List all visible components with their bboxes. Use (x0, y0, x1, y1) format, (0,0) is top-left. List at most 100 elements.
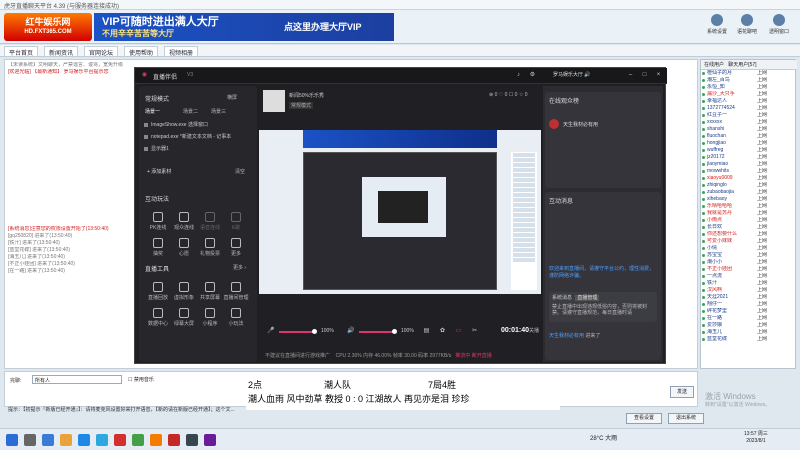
audience-link-button[interactable]: 观众连线 (171, 210, 197, 232)
user-row[interactable]: xiaoyu0009 上网 (701, 175, 797, 182)
voice-link-button[interactable]: 语音连线 (197, 210, 223, 232)
user-row[interactable]: 汉风啊 上网 (701, 287, 797, 294)
bell-icon[interactable]: ♪ (515, 72, 522, 79)
taskbar-clock[interactable]: 13:57 周三 2023/8/1 (744, 431, 768, 445)
green-screen-button[interactable]: 绿幕大屏 (171, 306, 197, 328)
user-row[interactable]: 一点流 上网 (701, 273, 797, 280)
add-source-button[interactable]: + 添加素材 (147, 168, 171, 175)
brand-logo[interactable]: 红牛娱乐网 HD.FXT365.COM (4, 13, 92, 41)
user-row[interactable]: shanshi 上网 (701, 126, 797, 133)
orientation-toggle[interactable]: 横屏 (227, 94, 237, 101)
user-row[interactable]: xihebaoy 上网 (701, 196, 797, 203)
maximize-icon[interactable]: □ (641, 72, 648, 79)
weather-widget[interactable]: 28°C 大雨 (590, 433, 617, 442)
speaker-icon[interactable]: 🔊 (347, 328, 354, 335)
user-row[interactable]: jz20172 上网 (701, 154, 797, 161)
user-row[interactable]: 海玉儿 上网 (701, 329, 797, 336)
user-row[interactable]: 不正小娃团 上网 (701, 266, 797, 273)
tools-more-link[interactable]: 更多 › (233, 264, 246, 271)
user-row[interactable]: 红豆子一 上网 (701, 112, 797, 119)
user-row[interactable]: zhiqinglo 上网 (701, 182, 797, 189)
screenshot-icon[interactable]: ✂ (471, 328, 478, 335)
source-item[interactable]: ImageShow.exe 选择窗口 (143, 120, 253, 130)
tab-help[interactable]: 使用帮助 (124, 46, 159, 57)
app-icon[interactable] (150, 434, 162, 446)
chat-bar-button[interactable]: 语花聊吧 (734, 13, 760, 39)
user-row[interactable]: 天涯2021 上网 (701, 294, 797, 301)
mini-program-button[interactable]: 小程序 (197, 306, 223, 328)
avatar-button[interactable]: 虚拟形象 (171, 280, 197, 302)
gift-vote-button[interactable]: 礼物投票 (197, 236, 223, 258)
user-row[interactable]: wuffreg 上网 (701, 147, 797, 154)
speaker-volume-slider[interactable] (392, 329, 397, 334)
user-row[interactable]: 橙仙子的月 上网 (701, 70, 797, 77)
transparent-window-button[interactable]: 透明窗口 (766, 13, 792, 39)
audience-row[interactable]: 天生我材必有用 (549, 118, 657, 132)
tab-forum[interactable]: 官网论坛 (84, 46, 119, 57)
account-name[interactable]: 罗马娱乐大厅 🔊 (553, 71, 591, 78)
end-live-button[interactable]: 关播 (529, 327, 539, 334)
tab-online-users[interactable]: 在线用户 (704, 62, 724, 68)
user-row[interactable]: mowwhits 上网 (701, 168, 797, 175)
more-interact-button[interactable]: 更多 (223, 236, 249, 258)
search-icon[interactable] (24, 434, 36, 446)
wish-button[interactable]: 心愿 (171, 236, 197, 258)
user-row[interactable]: zubaobaojia 上网 (701, 189, 797, 196)
user-row[interactable]: 翔仔一 上网 (701, 301, 797, 308)
taskview-icon[interactable] (42, 434, 54, 446)
user-row[interactable]: 铁汁 上网 (701, 280, 797, 287)
replay-button[interactable]: 直播回放 (145, 280, 171, 302)
tab-home[interactable]: 平台首页 (4, 46, 39, 57)
user-row[interactable]: 碎花梦里 上网 (701, 308, 797, 315)
view-settings-button[interactable]: 查看设置 (626, 413, 662, 424)
user-row[interactable]: 蓝堂花碟 上网 (701, 336, 797, 343)
user-row[interactable]: 永恒_知 上网 (701, 84, 797, 91)
record-icon[interactable]: ▭ (455, 328, 462, 335)
system-settings-button[interactable]: 系统设置 (704, 13, 730, 39)
user-row[interactable]: 小雨点 上网 (701, 217, 797, 224)
tab-album[interactable]: 视频相册 (164, 46, 199, 57)
close-icon[interactable]: × (655, 72, 662, 79)
source-item[interactable]: 显示器1 (143, 144, 253, 154)
scene-tab-3[interactable]: 场景三 (211, 108, 226, 115)
user-row[interactable]: 小倩 上网 (701, 245, 797, 252)
mute-music-checkbox[interactable]: ☐ 禁用音乐 (128, 376, 154, 383)
user-row[interactable]: 幸福达人 上网 (701, 98, 797, 105)
mode-label[interactable]: 常规模式 (145, 94, 169, 103)
tab-chat-users[interactable]: 聊天用户[57] (728, 62, 756, 68)
app-icon[interactable] (186, 434, 198, 446)
filter-icon[interactable]: ▤ (423, 328, 430, 335)
minimize-icon[interactable]: – (627, 72, 634, 79)
folder-icon[interactable] (60, 434, 72, 446)
user-row[interactable]: xxxxxx 上网 (701, 119, 797, 126)
user-row[interactable]: 漏沙_大只手 上网 (701, 91, 797, 98)
tab-news[interactable]: 新闻资讯 (44, 46, 79, 57)
stream-preview-canvas[interactable] (259, 130, 541, 294)
user-row[interactable]: hongjiao 上网 (701, 140, 797, 147)
user-row[interactable]: 潮小小 上网 (701, 259, 797, 266)
send-button[interactable]: 发送 (670, 386, 694, 398)
settings-icon[interactable]: ⚙ (529, 72, 536, 79)
vip-ad-banner[interactable]: VIP可随时进出满人大厅 不用辛辛苦苦等大厅 点这里办理大厅VIP (94, 13, 394, 41)
share-screen-button[interactable]: 共享屏幕 (197, 280, 223, 302)
beauty-icon[interactable]: ✿ (439, 328, 446, 335)
app-icon[interactable] (132, 434, 144, 446)
user-row[interactable]: 我就是苏丹 上网 (701, 210, 797, 217)
user-row[interactable]: 苏宝宝 上网 (701, 252, 797, 259)
lottery-button[interactable]: 抽奖 (145, 236, 171, 258)
start-icon[interactable] (6, 434, 18, 446)
user-row[interactable]: 乐晴哈哈哈 上网 (701, 203, 797, 210)
user-row[interactable]: 爱莎娘 上网 (701, 322, 797, 329)
mini-game-button[interactable]: 小玩法 (223, 306, 249, 328)
chat-app-icon[interactable] (96, 434, 108, 446)
karaoke-button[interactable]: K歌 (223, 210, 249, 232)
user-row[interactable]: 1372774524 上网 (701, 105, 797, 112)
clear-sources-button[interactable]: 清空 (235, 168, 245, 175)
pk-link-button[interactable]: PK连线 (145, 210, 171, 232)
live-app-icon[interactable] (168, 434, 180, 446)
user-row[interactable]: fluochan 上网 (701, 133, 797, 140)
exit-system-button[interactable]: 退出系统 (668, 413, 704, 424)
manage-button[interactable]: 直播管理 (575, 295, 600, 301)
browser-icon[interactable] (78, 434, 90, 446)
user-row[interactable]: 潮左_百鸟 上网 (701, 77, 797, 84)
